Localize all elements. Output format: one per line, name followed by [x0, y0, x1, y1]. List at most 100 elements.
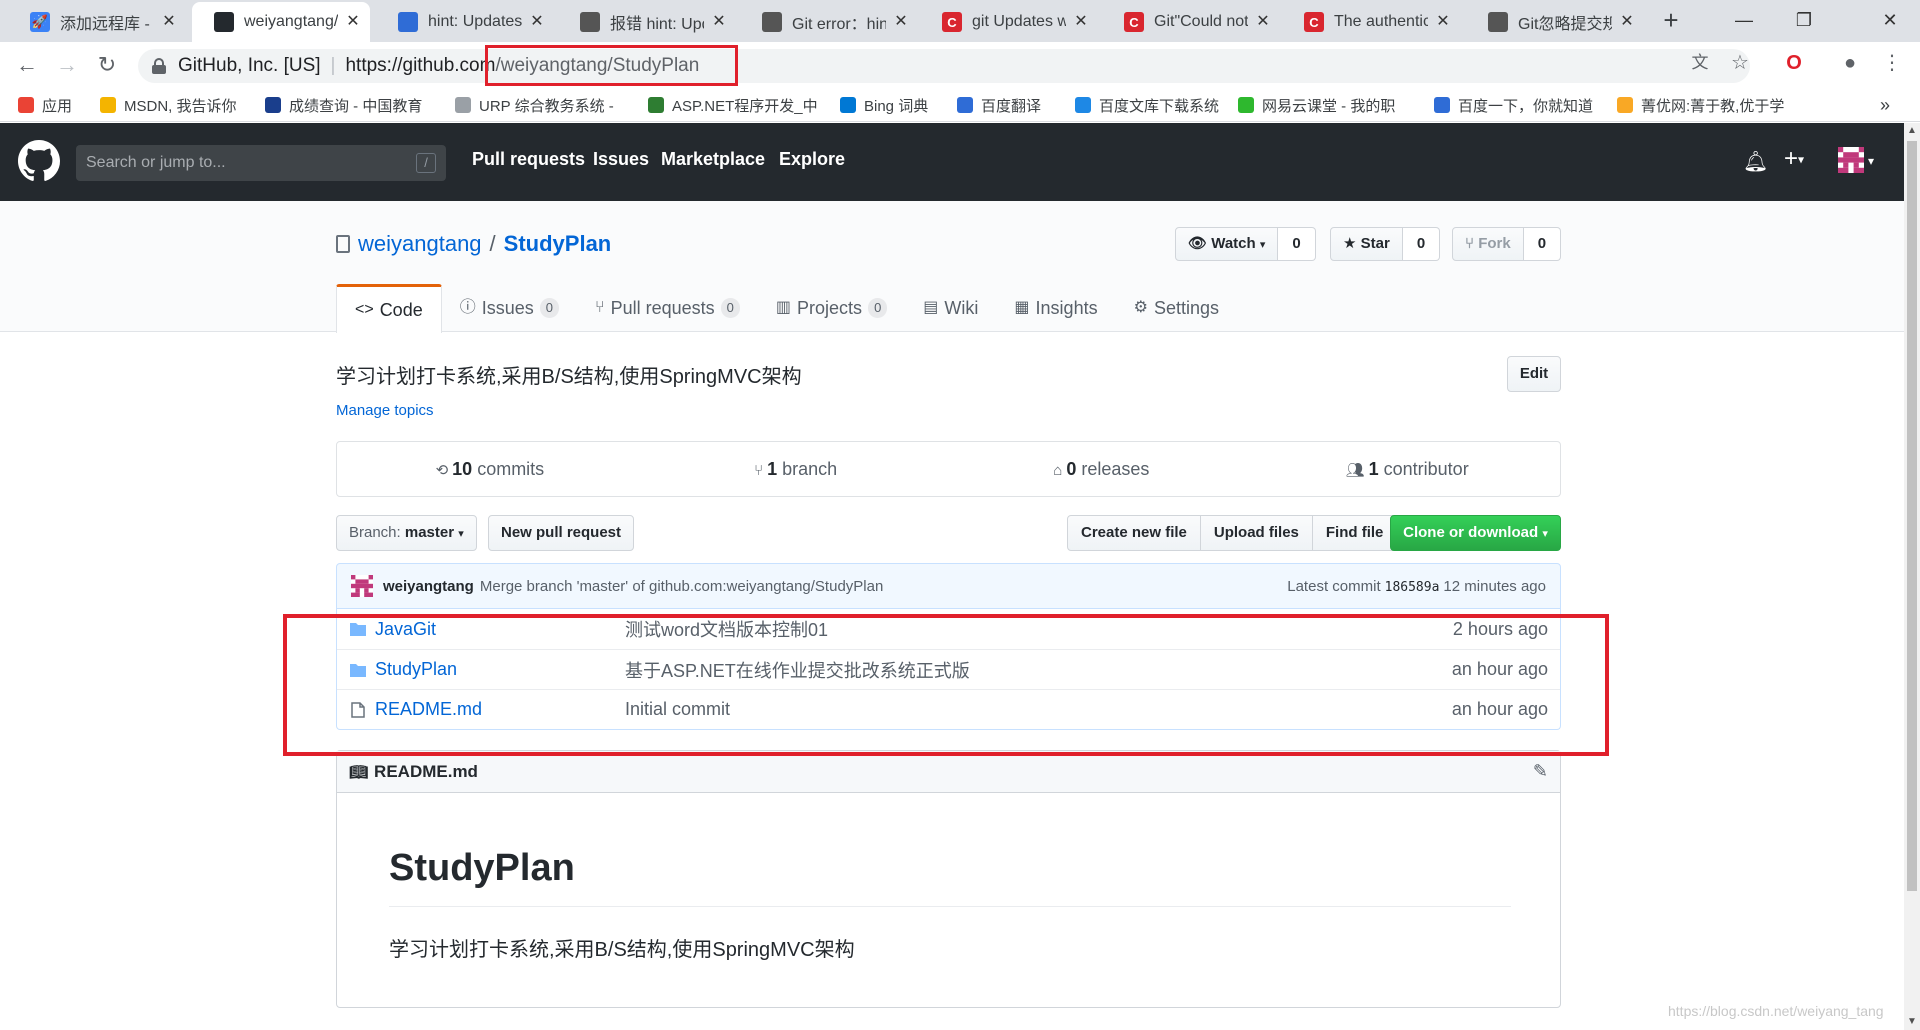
- more-bookmarks-icon[interactable]: »: [1880, 92, 1890, 118]
- browser-tab[interactable]: C Git"Could not ✕: [1102, 2, 1280, 42]
- address-bar[interactable]: GitHub, Inc. [US] | https://github.com/w…: [138, 49, 1750, 83]
- star-bookmark-icon[interactable]: ☆: [1728, 51, 1752, 75]
- author-avatar[interactable]: [351, 575, 373, 597]
- releases-link[interactable]: ⌂ 0 releases: [949, 442, 1255, 496]
- scrollbar-thumb[interactable]: [1907, 141, 1917, 891]
- branches-link[interactable]: ⑂ 1 branch: [643, 442, 949, 496]
- manage-topics-link[interactable]: Manage topics: [336, 402, 434, 419]
- tab-label: Wiki: [944, 298, 979, 318]
- tab-close-icon[interactable]: ✕: [344, 13, 362, 31]
- contributors-link[interactable]: 👥︎ 1 contributor: [1254, 442, 1560, 496]
- repo-owner-link[interactable]: weiyangtang: [358, 231, 482, 257]
- clone-or-download-button[interactable]: Clone or download ▾: [1390, 515, 1561, 551]
- page-scrollbar[interactable]: ▲ ▼: [1904, 123, 1920, 1030]
- bookmark-item[interactable]: 网易云课堂 - 我的职: [1238, 92, 1395, 118]
- nav-pull-requests[interactable]: Pull requests: [472, 149, 585, 170]
- opera-icon[interactable]: O: [1782, 51, 1806, 75]
- commit-author-link[interactable]: weiyangtang: [383, 578, 474, 595]
- browser-tab[interactable]: hint: Updates ✕: [376, 2, 554, 42]
- bookmark-item[interactable]: 百度一下，你就知道: [1434, 92, 1593, 118]
- minimize-window-button[interactable]: —: [1714, 0, 1774, 42]
- browser-tab[interactable]: 报错 hint: Upd ✕: [558, 2, 736, 42]
- maximize-window-button[interactable]: ❐: [1774, 0, 1834, 42]
- upload-files-button[interactable]: Upload files: [1199, 515, 1313, 551]
- tab-wiki[interactable]: ▤ Wiki: [905, 284, 996, 332]
- edit-pencil-icon[interactable]: ✎: [1533, 761, 1548, 782]
- repo-name-link[interactable]: StudyPlan: [504, 231, 612, 257]
- url-host[interactable]: https://github.com: [345, 55, 495, 77]
- tab-close-icon[interactable]: ✕: [1434, 13, 1452, 31]
- bookmark-label: 成绩查询 - 中国教育: [289, 97, 423, 115]
- create-new-plus-icon[interactable]: +▾: [1784, 145, 1804, 173]
- bookmark-item[interactable]: MSDN, 我告诉你: [100, 92, 237, 118]
- tab-code[interactable]: <> Code: [336, 284, 442, 333]
- fork-count[interactable]: 0: [1523, 227, 1562, 261]
- fork-icon: ⑂: [1465, 235, 1475, 252]
- scroll-up-arrow-icon[interactable]: ▲: [1904, 123, 1920, 139]
- bookmark-favicon-icon: [455, 97, 471, 113]
- search-input[interactable]: Search or jump to... /: [76, 145, 446, 181]
- tab-title: The authentic: [1334, 13, 1428, 30]
- browser-tab[interactable]: Cgit Updates w ✕: [920, 2, 1098, 42]
- commits-link[interactable]: ⟲ 10 commits: [337, 442, 643, 496]
- site-identity[interactable]: GitHub, Inc. [US]: [178, 55, 321, 77]
- bookmark-item[interactable]: 百度文库下载系统: [1075, 92, 1219, 118]
- tab-close-icon[interactable]: ✕: [1072, 13, 1090, 31]
- bookmark-item[interactable]: ASP.NET程序开发_中: [648, 92, 818, 118]
- tab-close-icon[interactable]: ✕: [710, 13, 728, 31]
- new-pull-request-button[interactable]: New pull request: [488, 515, 635, 551]
- back-button[interactable]: ←: [12, 50, 42, 80]
- bookmark-item[interactable]: URP 综合教务系统 -: [455, 92, 614, 118]
- forward-button[interactable]: →: [52, 50, 82, 80]
- tab-projects[interactable]: ▥ Projects 0: [758, 284, 905, 332]
- nav-marketplace[interactable]: Marketplace: [661, 149, 765, 170]
- translate-icon[interactable]: 文: [1688, 51, 1712, 75]
- browser-tab[interactable]: 🚀 添加远程库 - 廖 ✕: [8, 2, 186, 42]
- browser-tab[interactable]: Git忽略提交规 ✕: [1466, 2, 1644, 42]
- find-file-button[interactable]: Find file: [1311, 515, 1398, 551]
- tab-label: Settings: [1153, 298, 1219, 318]
- watch-count[interactable]: 0: [1278, 227, 1316, 261]
- tab-close-icon[interactable]: ✕: [1618, 13, 1636, 31]
- new-tab-button[interactable]: +: [1656, 6, 1686, 36]
- tab-close-icon[interactable]: ✕: [528, 13, 546, 31]
- close-window-button[interactable]: ✕: [1860, 0, 1920, 42]
- lock-icon: [152, 58, 166, 74]
- watch-button[interactable]: 👁︎ Watch ▾: [1175, 227, 1279, 261]
- nav-explore[interactable]: Explore: [779, 149, 845, 170]
- browser-tab[interactable]: C The authentic ✕: [1282, 2, 1460, 42]
- bookmark-item[interactable]: 成绩查询 - 中国教育: [265, 92, 422, 118]
- tab-pull-requests[interactable]: ⑂ Pull requests 0: [577, 284, 758, 332]
- menu-kebab-icon[interactable]: ⋮: [1880, 51, 1904, 75]
- bookmark-item[interactable]: Bing 词典: [840, 92, 928, 118]
- tab-close-icon[interactable]: ✕: [1254, 13, 1272, 31]
- tab-close-icon[interactable]: ✕: [160, 13, 178, 31]
- tab-insights[interactable]: ▦ Insights: [996, 284, 1115, 332]
- tab-issues[interactable]: ⓘ Issues 0: [442, 284, 577, 332]
- settings-icon: ⚙: [1133, 299, 1148, 316]
- star-button[interactable]: ★ Star: [1330, 227, 1403, 261]
- bookmark-item[interactable]: 应用: [18, 92, 72, 118]
- reload-button[interactable]: ↻: [92, 50, 122, 80]
- edit-description-button[interactable]: Edit: [1507, 356, 1561, 392]
- commit-sha-link[interactable]: 186589a: [1385, 580, 1440, 595]
- tab-favicon-icon: C: [1304, 12, 1324, 32]
- tab-close-icon[interactable]: ✕: [892, 13, 910, 31]
- create-new-file-button[interactable]: Create new file: [1067, 515, 1201, 551]
- bookmark-item[interactable]: 菁优网:菁于教,优于学: [1617, 92, 1784, 118]
- profile-icon[interactable]: ●: [1838, 51, 1862, 75]
- user-avatar-menu[interactable]: ▾: [1838, 147, 1874, 173]
- notifications-bell-icon[interactable]: 🔔︎: [1743, 149, 1768, 174]
- fork-button[interactable]: ⑂ Fork: [1452, 227, 1524, 261]
- bookmark-item[interactable]: 百度翻译: [957, 92, 1041, 118]
- tab-settings[interactable]: ⚙ Settings: [1116, 284, 1237, 332]
- commit-message-link[interactable]: Merge branch 'master' of github.com:weiy…: [480, 578, 883, 595]
- scroll-down-arrow-icon[interactable]: ▼: [1904, 1014, 1920, 1030]
- github-logo-icon[interactable]: [18, 140, 60, 182]
- search-shortcut-badge: /: [416, 153, 436, 173]
- nav-issues[interactable]: Issues: [593, 149, 649, 170]
- branch-select-button[interactable]: Branch: master ▾: [336, 515, 477, 551]
- star-count[interactable]: 0: [1402, 227, 1441, 261]
- browser-tab[interactable]: Git error：hin ✕: [740, 2, 918, 42]
- browser-tab[interactable]: weiyangtang/ ✕: [192, 2, 370, 42]
